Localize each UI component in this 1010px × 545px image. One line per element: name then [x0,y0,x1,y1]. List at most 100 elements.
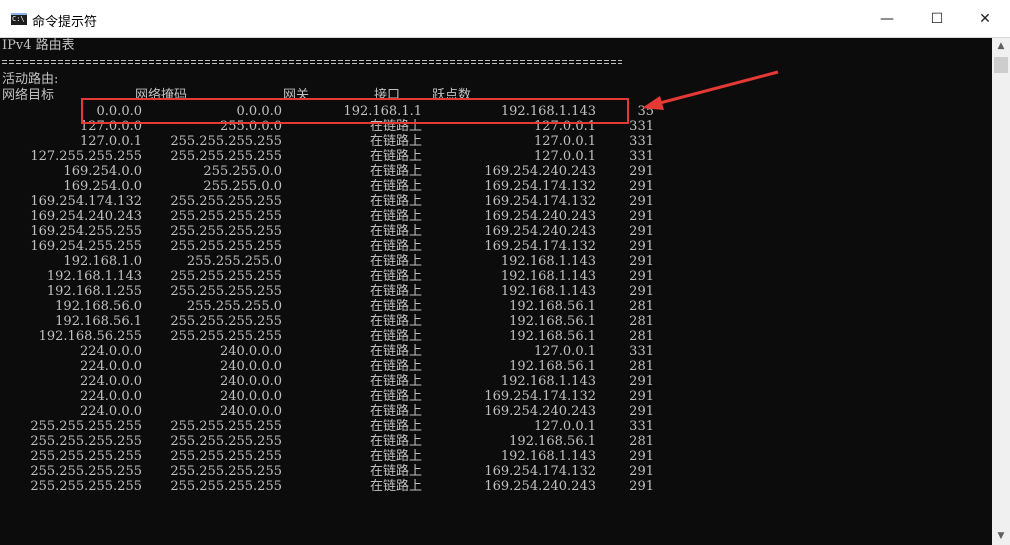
route-mask: 255.255.255.0 [186,254,282,269]
route-mask: 255.255.255.255 [170,269,282,284]
route-dest: 192.168.1.0 [63,254,142,269]
route-metric: 291 [629,224,654,239]
route-mask: 240.0.0.0 [219,359,282,374]
route-metric: 281 [629,314,654,329]
route-dest: 169.254.0.0 [63,164,142,179]
route-metric: 331 [629,134,654,149]
route-table-heading: IPv4 路由表 [2,38,75,53]
route-row: 127.255.255.255 255.255.255.255 在链路上 127.0.… [0,149,680,164]
route-dest: 169.254.255.255 [30,239,142,254]
route-gateway: 在链路上 [369,464,422,479]
route-row: 255.255.255.255 255.255.255.255 在链路上 192.16… [0,449,680,464]
route-row: 192.168.1.0 255.255.255.0 在链路上 192.168.1.14… [0,254,680,269]
route-mask: 255.255.0.0 [203,179,282,194]
route-mask: 255.255.255.255 [170,149,282,164]
route-row: 255.255.255.255 255.255.255.255 在链路上 169.25… [0,479,680,494]
route-gateway: 在链路上 [369,209,422,224]
route-row: 192.168.56.0 255.255.255.0 在链路上 192.168.56.… [0,299,680,314]
route-metric: 291 [629,164,654,179]
active-routes-label: 活动路由: [2,72,59,87]
route-row: 224.0.0.0 240.0.0.0 在链路上 192.168.56.1 281 [0,359,680,374]
route-mask: 255.255.255.255 [170,224,282,239]
route-gateway: 在链路上 [369,224,422,239]
route-row: 169.254.0.0 255.255.0.0 在链路上 169.254.240.24… [0,164,680,179]
route-mask: 255.255.255.0 [186,299,282,314]
route-row: 169.254.240.243 255.255.255.255 在链路上 169.25… [0,209,680,224]
route-interface: 169.254.174.132 [484,194,596,209]
route-mask: 240.0.0.0 [219,374,282,389]
route-gateway: 在链路上 [369,344,422,359]
route-dest: 192.168.56.1 [55,314,142,329]
route-mask: 240.0.0.0 [219,404,282,419]
column-header-dest: 网络目标 [2,88,55,103]
route-dest: 224.0.0.0 [79,359,142,374]
route-interface: 169.254.174.132 [484,389,596,404]
route-gateway: 在链路上 [369,269,422,284]
route-dest: 192.168.1.143 [46,269,142,284]
route-dest: 127.0.0.1 [79,134,142,149]
close-button[interactable]: ✕ [962,0,1008,38]
route-dest: 169.254.0.0 [63,179,142,194]
route-interface: 127.0.0.1 [533,419,596,434]
route-metric: 291 [629,449,654,464]
route-dest: 255.255.255.255 [30,434,142,449]
route-mask: 255.255.255.255 [170,329,282,344]
route-gateway: 在链路上 [369,299,422,314]
route-interface: 169.254.240.243 [484,209,596,224]
route-metric: 331 [629,344,654,359]
route-gateway: 在链路上 [369,149,422,164]
minimize-button[interactable]: — [864,0,910,38]
maximize-button[interactable]: ☐ [914,0,960,38]
route-mask: 255.255.255.255 [170,419,282,434]
route-metric: 281 [629,329,654,344]
route-gateway: 在链路上 [369,404,422,419]
route-interface: 169.254.174.132 [484,464,596,479]
route-gateway: 在链路上 [369,314,422,329]
route-dest: 224.0.0.0 [79,344,142,359]
route-mask: 255.255.255.255 [170,434,282,449]
route-mask: 240.0.0.0 [219,389,282,404]
route-interface: 127.0.0.1 [533,149,596,164]
route-gateway: 在链路上 [369,179,422,194]
route-gateway: 在链路上 [369,389,422,404]
route-interface: 169.254.240.243 [484,164,596,179]
route-metric: 281 [629,359,654,374]
route-mask: 255.255.255.255 [170,449,282,464]
route-interface: 169.254.240.243 [484,224,596,239]
route-row: 192.168.1.255 255.255.255.255 在链路上 192.168.… [0,284,680,299]
route-row: 169.254.0.0 255.255.0.0 在链路上 169.254.174.13… [0,179,680,194]
route-interface: 192.168.1.143 [500,254,596,269]
cmd-icon: C:\ [11,13,27,25]
route-row: 192.168.1.143 255.255.255.255 在链路上 192.168.… [0,269,680,284]
route-row: 224.0.0.0 240.0.0.0 在链路上 127.0.0.1 331 [0,344,680,359]
route-metric: 281 [629,299,654,314]
route-gateway: 在链路上 [369,164,422,179]
route-gateway: 在链路上 [369,419,422,434]
route-dest: 169.254.255.255 [30,224,142,239]
route-mask: 255.255.255.255 [170,209,282,224]
vertical-scrollbar[interactable]: ▲ ▼ [992,38,1010,545]
route-interface: 169.254.174.132 [484,239,596,254]
route-interface: 192.168.56.1 [509,359,596,374]
annotation-arrow-icon [642,70,779,110]
route-metric: 291 [629,209,654,224]
scroll-up-icon[interactable]: ▲ [992,38,1010,55]
route-row: 169.254.255.255 255.255.255.255 在链路上 169.25… [0,239,680,254]
highlight-box [81,98,629,124]
route-mask: 240.0.0.0 [219,344,282,359]
scroll-down-icon[interactable]: ▼ [992,528,1010,545]
route-gateway: 在链路上 [369,329,422,344]
route-gateway: 在链路上 [369,239,422,254]
route-row: 192.168.56.1 255.255.255.255 在链路上 192.168.5… [0,314,680,329]
route-dest: 255.255.255.255 [30,479,142,494]
scrollbar-thumb[interactable] [994,57,1008,73]
route-row: 192.168.56.255 255.255.255.255 在链路上 192.168… [0,329,680,344]
route-interface: 169.254.174.132 [484,179,596,194]
route-mask: 255.255.255.255 [170,134,282,149]
route-mask: 255.255.255.255 [170,284,282,299]
route-row: 169.254.255.255 255.255.255.255 在链路上 169.25… [0,224,680,239]
title-bar: C:\ 命令提示符 — ☐ ✕ [0,0,1010,38]
route-metric: 291 [629,194,654,209]
route-row: 224.0.0.0 240.0.0.0 在链路上 169.254.174.132 291 [0,389,680,404]
route-interface: 169.254.240.243 [484,404,596,419]
